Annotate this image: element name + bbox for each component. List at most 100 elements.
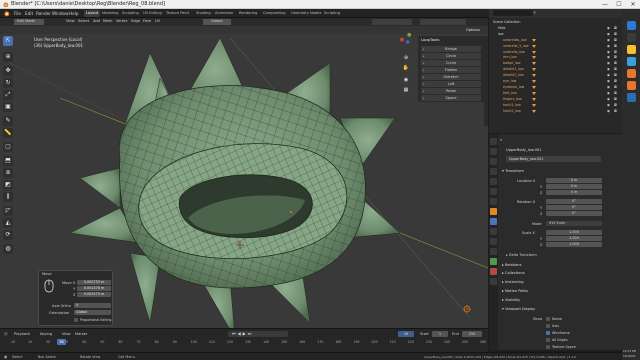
scene-tab-icon[interactable] — [490, 178, 497, 185]
instancing-section[interactable]: ▸ Instancing — [502, 280, 524, 284]
menu-window[interactable]: Window — [52, 11, 69, 16]
outliner-row[interactable]: low ◉ ◘ — [489, 32, 622, 37]
eye-icon[interactable]: ◉ — [607, 97, 610, 102]
outliner-row[interactable]: umbrella_low ◉ ◘ — [489, 50, 622, 55]
looptools-bridge-button[interactable]: ▸ Bridge — [421, 46, 481, 52]
extrude-tool-button[interactable]: ⬒ — [3, 156, 13, 166]
camera-icon[interactable]: ◘ — [614, 109, 617, 114]
eye-icon[interactable]: ◉ — [607, 61, 610, 66]
transform-tool-button[interactable]: ▣ — [3, 102, 13, 112]
relations-section[interactable]: ▸ Relations — [502, 263, 521, 267]
minimize-button[interactable]: — — [598, 0, 612, 9]
menu-add[interactable]: Add — [93, 19, 100, 23]
rotation-mode-dropdown[interactable]: XYZ Euler — [546, 221, 602, 226]
search-icon[interactable]: ⌕ — [500, 137, 502, 142]
camera-icon[interactable]: ◘ — [614, 67, 617, 72]
bevel-tool-button[interactable]: ◩ — [3, 180, 13, 190]
camera-icon[interactable]: ◘ — [614, 91, 617, 96]
projection-button[interactable]: ▦ — [402, 86, 410, 94]
eye-icon[interactable]: ◉ — [607, 50, 610, 55]
timeline-menu-marker[interactable]: Marker — [75, 332, 87, 336]
collections-section[interactable]: ▸ Collections — [502, 271, 525, 275]
looptools-space-button[interactable]: ▸ Space — [421, 95, 481, 101]
eye-icon[interactable]: ◉ — [607, 67, 610, 72]
looptools-relax-button[interactable]: ▸ Relax — [421, 88, 481, 94]
tool-tab-icon[interactable] — [490, 138, 497, 145]
pan-button[interactable]: ✋ — [402, 64, 410, 72]
maximize-button[interactable]: ☐ — [612, 0, 626, 9]
tab-geometry-nodes[interactable]: Geometry Nodes — [289, 10, 323, 17]
show-name-checkbox[interactable] — [546, 317, 550, 321]
camera-icon[interactable]: ◘ — [614, 44, 617, 49]
loop-cut-tool-button[interactable]: ⫼ — [3, 192, 13, 202]
timeline-panel[interactable]: ◷ Playback Keying View Marker ⏮◀▶⏭ 36 St… — [0, 328, 488, 352]
menu-vertex[interactable]: Vertex — [116, 19, 128, 23]
move-z-field[interactable]: 0.002473 m — [77, 292, 111, 297]
menu-select[interactable]: Select — [78, 19, 89, 23]
camera-icon[interactable]: ◘ — [614, 55, 617, 60]
add-cube-tool-button[interactable]: ▢ — [3, 142, 13, 152]
object-tab-icon[interactable] — [490, 208, 497, 215]
outliner-search-input[interactable] — [493, 10, 533, 16]
timeline-ruler[interactable]: -10 10 20 30 40 50 60 70 80 90 100 110 120 130 140 150 1… — [0, 340, 488, 348]
measure-tool-button[interactable]: 📏 — [3, 128, 13, 138]
poly-build-tool-button[interactable]: ◭ — [3, 218, 13, 228]
texture-tab-icon[interactable] — [490, 278, 497, 285]
eye-icon[interactable]: ◉ — [607, 32, 610, 37]
app-icon-2[interactable] — [627, 33, 636, 42]
tab-uv-editing[interactable]: UV Editing — [141, 10, 164, 17]
looptools-circle-button[interactable]: ▸ Circle — [421, 53, 481, 59]
camera-icon[interactable]: ◘ — [614, 85, 617, 90]
location-x-field[interactable]: 0 m — [546, 178, 602, 183]
tab-animation[interactable]: Animation — [213, 10, 235, 17]
tab-modeling[interactable]: Modeling — [100, 10, 120, 17]
timeline-editor-icon[interactable]: ◷ — [4, 331, 8, 336]
eye-icon[interactable]: ◉ — [607, 73, 610, 78]
menu-view[interactable]: View — [66, 19, 75, 23]
tab-rendering[interactable]: Rendering — [237, 10, 259, 17]
playhead-marker[interactable]: 36 — [57, 339, 66, 345]
knife-tool-button[interactable]: ◸ — [3, 206, 13, 216]
rotation-x-field[interactable]: 0° — [546, 199, 602, 204]
close-button[interactable]: ✕ — [626, 0, 640, 9]
app-icon-5[interactable] — [627, 93, 636, 102]
physics-tab-icon[interactable] — [490, 238, 497, 245]
show-wireframe-checkbox[interactable] — [546, 331, 550, 335]
location-z-field[interactable]: 0 m — [546, 190, 602, 195]
blender-menu-icon[interactable] — [3, 10, 10, 17]
camera-icon[interactable]: ◘ — [614, 26, 617, 31]
end-frame-field[interactable]: 250 — [462, 331, 482, 337]
menu-help[interactable]: Help — [69, 11, 79, 16]
spin-tool-button[interactable]: ⟳ — [3, 230, 13, 240]
material-tab-icon[interactable] — [490, 268, 497, 275]
eye-icon[interactable]: ◉ — [607, 26, 610, 31]
rotation-y-field[interactable]: 0° — [546, 205, 602, 210]
outliner-row[interactable]: umbrellas_low ◉ ◘ — [489, 38, 622, 43]
move-tool-button[interactable]: ✥ — [3, 66, 13, 76]
filter-icon[interactable]: ⚲ — [533, 10, 536, 15]
sidebar-tabs[interactable] — [484, 36, 488, 126]
eye-icon[interactable]: ◉ — [607, 79, 610, 84]
eye-icon[interactable]: ◉ — [607, 109, 610, 114]
outliner-row[interactable]: detail02_low ◉ ◘ — [489, 73, 622, 78]
tab-compositing[interactable]: Compositing — [261, 10, 288, 17]
eye-icon[interactable]: ◉ — [607, 55, 610, 60]
motion-paths-section[interactable]: ▸ Motion Paths — [502, 289, 528, 293]
particles-tab-icon[interactable] — [490, 228, 497, 235]
outliner-row[interactable]: eyebrow_low ◉ ◘ — [489, 85, 622, 90]
constraints-tab-icon[interactable] — [490, 248, 497, 255]
location-y-field[interactable]: 0 m — [546, 184, 602, 189]
tab-scripting[interactable]: Scripting — [322, 10, 342, 17]
eye-icon[interactable]: ◉ — [607, 91, 610, 96]
camera-icon[interactable]: ◘ — [614, 103, 617, 108]
eye-icon[interactable]: ◉ — [607, 85, 610, 90]
select-tool-button[interactable]: ⇱ — [3, 36, 13, 46]
outliner-row[interactable]: Hide ◉ ◘ — [489, 26, 622, 31]
outliner-row[interactable]: feet_low ◉ ◘ — [489, 91, 622, 96]
scale-y-field[interactable]: 1.000 — [546, 236, 602, 241]
menu-face[interactable]: Face — [143, 19, 151, 23]
scale-z-field[interactable]: 1.000 — [546, 242, 602, 247]
world-tab-icon[interactable] — [490, 188, 497, 195]
smooth-tool-button[interactable]: ◍ — [3, 244, 13, 254]
outliner-row[interactable]: hair02_low ◉ ◘ — [489, 109, 622, 114]
